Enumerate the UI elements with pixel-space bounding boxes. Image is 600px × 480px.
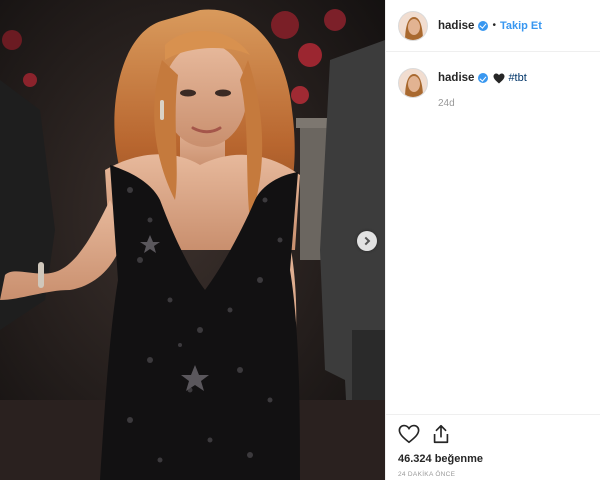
- black-heart-icon: [493, 73, 505, 84]
- verified-badge-icon: [478, 20, 489, 31]
- actions-area: 46.324 beğenme 24 DAKİKA ÖNCE: [386, 414, 600, 480]
- like-count[interactable]: 46.324 beğenme: [398, 453, 589, 465]
- chevron-right-icon: [361, 236, 371, 246]
- carousel-next-button[interactable]: [357, 231, 377, 251]
- share-icon[interactable]: [430, 423, 452, 445]
- avatar-image: [399, 11, 427, 40]
- caption-comment: hadise #tbt 24d: [398, 68, 527, 109]
- header-username[interactable]: hadise: [438, 20, 474, 32]
- caption-hashtag[interactable]: #tbt: [508, 72, 526, 84]
- photo-illustration: [0, 0, 385, 480]
- action-bar: [398, 423, 589, 445]
- caption-age: 24d: [438, 98, 455, 109]
- caption-line: hadise #tbt: [438, 72, 527, 84]
- caption-body: hadise #tbt 24d: [438, 68, 527, 109]
- post-photo[interactable]: [0, 0, 385, 480]
- follow-button[interactable]: Takip Et: [500, 20, 542, 32]
- avatar[interactable]: [398, 10, 428, 41]
- post-header: hadise • Takip Et: [386, 0, 600, 52]
- post-sidebar: hadise • Takip Et hadise #tbt 24d 46.324…: [385, 0, 600, 480]
- caption-avatar[interactable]: [398, 68, 428, 98]
- instagram-post: hadise • Takip Et hadise #tbt 24d 46.324…: [0, 0, 600, 480]
- caption-verified-badge-icon: [478, 73, 489, 83]
- post-timestamp: 24 DAKİKA ÖNCE: [398, 471, 456, 478]
- caption-username[interactable]: hadise: [438, 72, 474, 84]
- heart-outline-icon[interactable]: [398, 423, 420, 445]
- caption-avatar-image: [399, 69, 427, 97]
- header-separator: •: [492, 20, 496, 31]
